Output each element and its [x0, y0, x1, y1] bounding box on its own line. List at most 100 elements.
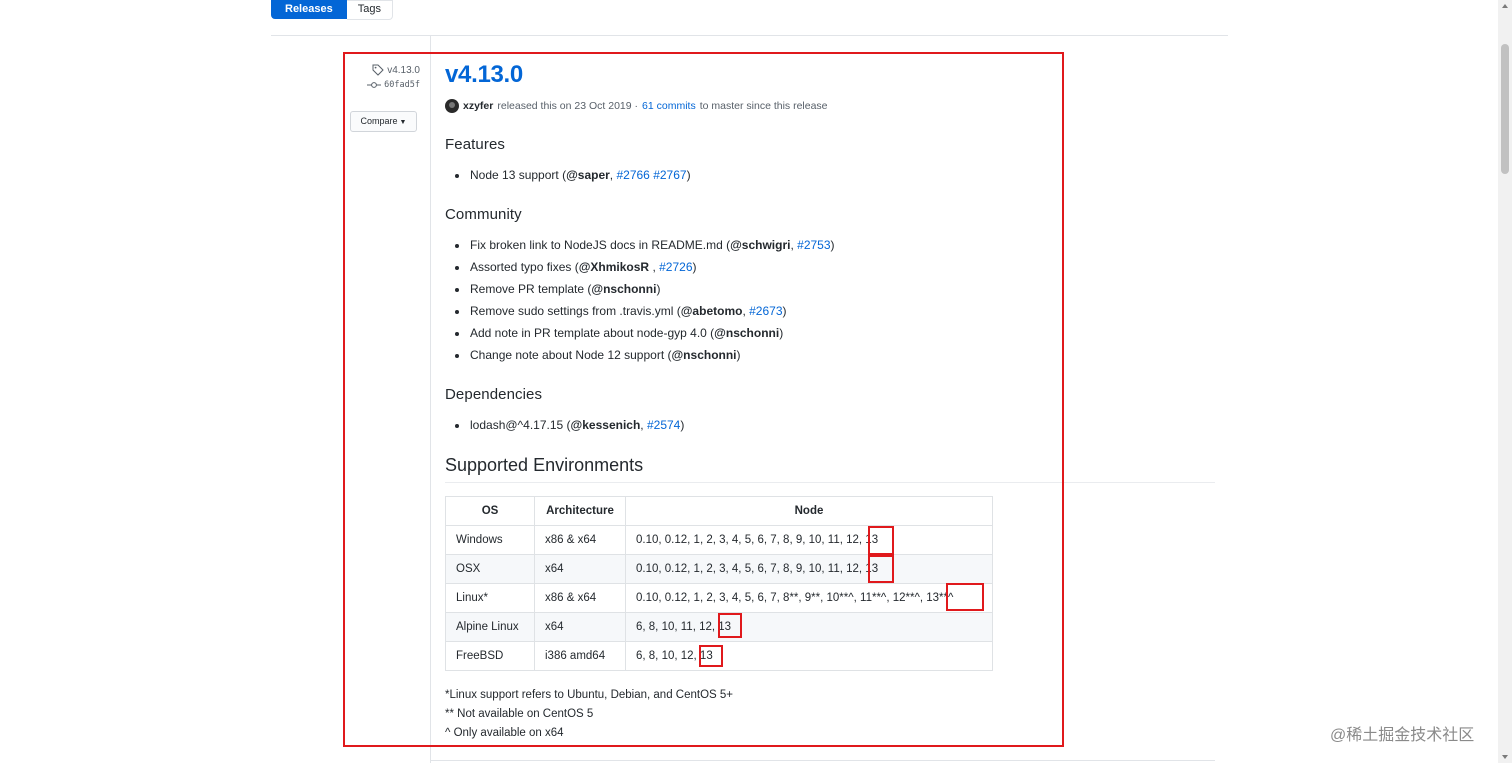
features-list: Node 13 support (@saper, #2766 #2767) — [445, 164, 691, 186]
environments-heading: Supported Environments — [445, 455, 1215, 483]
note-line: ^ Only available on x64 — [445, 727, 564, 739]
issue-link[interactable]: #2726 — [659, 260, 692, 274]
list-item: Node 13 support (@saper, #2766 #2767) — [455, 164, 691, 186]
user-mention[interactable]: @saper — [566, 168, 610, 182]
item-text: ) — [686, 168, 691, 182]
environment-notes: *Linux support refers to Ubuntu, Debian,… — [445, 686, 733, 743]
table-cell: 0.10, 0.12, 1, 2, 3, 4, 5, 6, 7, 8**, 9*… — [625, 583, 993, 613]
user-mention[interactable]: @nschonni — [714, 326, 779, 340]
user-mention[interactable]: @XhmikosR — [579, 260, 649, 274]
dependencies-heading: Dependencies — [445, 386, 543, 403]
table-cell: FreeBSD — [445, 641, 535, 671]
item-text: ) — [656, 282, 661, 296]
issue-link[interactable]: #2753 — [797, 238, 830, 252]
table-cell: x86 & x64 — [534, 525, 626, 555]
issue-link[interactable]: #2767 — [653, 168, 686, 182]
features-heading: Features — [445, 136, 505, 153]
user-mention[interactable]: @kessenich — [571, 418, 641, 432]
bottom-divider — [430, 760, 1215, 761]
commits-link[interactable]: 61 commits — [642, 100, 696, 112]
commit-sha[interactable]: 60fad5f — [384, 80, 420, 90]
scrollbar-thumb[interactable] — [1501, 44, 1509, 174]
scrollbar[interactable] — [1498, 0, 1512, 763]
table-row: OSX x64 0.10, 0.12, 1, 2, 3, 4, 5, 6, 7,… — [445, 554, 993, 584]
avatar[interactable] — [445, 99, 459, 113]
commit-icon — [367, 82, 382, 88]
release-meta: xzyfer released this on 23 Oct 2019 · 61… — [445, 98, 1215, 114]
scroll-up-icon[interactable] — [1502, 4, 1508, 8]
list-item: Change note about Node 12 support (@nsch… — [455, 344, 835, 366]
table-row: Alpine Linux x64 6, 8, 10, 11, 12, 13 — [445, 612, 993, 642]
note-line: *Linux support refers to Ubuntu, Debian,… — [445, 689, 733, 701]
watermark: @稀土掘金技术社区 — [1330, 727, 1475, 744]
item-text: lodash@^4.17.15 ( — [470, 418, 571, 432]
item-text: Remove sudo settings from .travis.yml ( — [470, 304, 681, 318]
issue-link[interactable]: #2673 — [749, 304, 782, 318]
table-header: OS — [445, 496, 535, 526]
compare-label: Compare — [360, 116, 398, 126]
item-text: ) — [736, 348, 741, 362]
list-item: Assorted typo fixes (@XhmikosR , #2726) — [455, 256, 835, 278]
tab-tags[interactable]: Tags — [346, 0, 393, 20]
release-body: v4.13.0 xzyfer released this on 23 Oct 2… — [445, 58, 1215, 739]
item-text: Assorted typo fixes ( — [470, 260, 579, 274]
item-text: ) — [830, 238, 835, 252]
column-divider — [430, 36, 431, 763]
table-cell: 6, 8, 10, 11, 12, 13 — [625, 612, 993, 642]
table-cell: i386 amd64 — [534, 641, 626, 671]
item-text: Node 13 support ( — [470, 168, 567, 182]
user-mention[interactable]: @nschonni — [671, 348, 736, 362]
issue-link[interactable]: #2574 — [647, 418, 680, 432]
release-author[interactable]: xzyfer — [463, 100, 493, 112]
separator: , — [640, 418, 647, 432]
compare-button[interactable]: Compare ▼ — [350, 111, 417, 132]
list-item: lodash@^4.17.15 (@kessenich, #2574) — [454, 414, 685, 436]
item-text: ) — [782, 304, 787, 318]
item-text: Change note about Node 12 support ( — [470, 348, 672, 362]
table-cell: x64 — [534, 612, 626, 642]
dependencies-list: lodash@^4.17.15 (@kessenich, #2574) — [445, 414, 684, 436]
table-header-row: OS Architecture Node — [445, 496, 993, 526]
user-mention[interactable]: @nschonni — [591, 282, 656, 296]
list-item: Remove PR template (@nschonni) — [455, 278, 835, 300]
tag-row[interactable]: v4.13.0 — [340, 62, 420, 78]
list-item: Add note in PR template about node-gyp 4… — [455, 322, 835, 344]
user-mention[interactable]: @schwigri — [730, 238, 790, 252]
item-text: ) — [692, 260, 697, 274]
environments-table: OS Architecture Node Windows x86 & x64 0… — [445, 496, 993, 671]
released-text: released this on 23 Oct 2019 · — [497, 100, 639, 112]
table-cell: 0.10, 0.12, 1, 2, 3, 4, 5, 6, 7, 8, 9, 1… — [625, 554, 993, 584]
separator: , — [649, 260, 660, 274]
table-cell: 0.10, 0.12, 1, 2, 3, 4, 5, 6, 7, 8, 9, 1… — [625, 525, 993, 555]
issue-link[interactable]: #2766 — [616, 168, 649, 182]
top-divider — [271, 35, 1228, 36]
item-text: Fix broken link to NodeJS docs in README… — [470, 238, 731, 252]
tag-icon — [372, 64, 384, 76]
item-text: Remove PR template ( — [470, 282, 592, 296]
item-text: Add note in PR template about node-gyp 4… — [470, 326, 715, 340]
table-header: Node — [625, 496, 993, 526]
release-title[interactable]: v4.13.0 — [445, 58, 1215, 92]
table-cell: x86 & x64 — [534, 583, 626, 613]
table-cell: Alpine Linux — [445, 612, 535, 642]
tag-name[interactable]: v4.13.0 — [387, 65, 420, 76]
caret-down-icon: ▼ — [399, 119, 407, 126]
table-cell: 6, 8, 10, 12, 13 — [625, 641, 993, 671]
table-cell: Windows — [445, 525, 535, 555]
release-sidebar: v4.13.0 60fad5f — [340, 62, 420, 92]
table-row: FreeBSD i386 amd64 6, 8, 10, 12, 13 — [445, 641, 993, 671]
table-cell: x64 — [534, 554, 626, 584]
since-text: to master since this release — [699, 100, 828, 112]
tab-releases[interactable]: Releases — [271, 0, 347, 19]
table-cell: OSX — [445, 554, 535, 584]
item-text: ) — [680, 418, 685, 432]
table-header: Architecture — [534, 496, 626, 526]
user-mention[interactable]: @abetomo — [681, 304, 743, 318]
table-cell: Linux* — [445, 583, 535, 613]
table-row: Windows x86 & x64 0.10, 0.12, 1, 2, 3, 4… — [445, 525, 993, 555]
note-line: ** Not available on CentOS 5 — [445, 708, 594, 720]
scroll-down-icon[interactable] — [1502, 755, 1508, 759]
commit-row[interactable]: 60fad5f — [340, 78, 420, 92]
community-heading: Community — [445, 206, 522, 223]
list-item: Remove sudo settings from .travis.yml (@… — [455, 300, 835, 322]
